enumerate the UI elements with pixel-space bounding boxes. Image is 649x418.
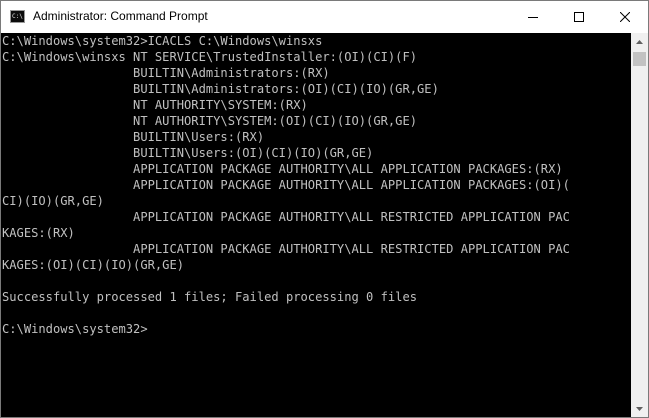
window-title: Administrator: Command Prompt (33, 9, 208, 23)
scroll-up-arrow-icon (636, 39, 643, 44)
console-line: KAGES:(OI)(CI)(IO)(GR,GE) (2, 258, 185, 272)
console-line: KAGES:(RX) (2, 226, 75, 240)
scroll-up-button[interactable] (631, 33, 648, 50)
console-output[interactable]: C:\Windows\system32>ICACLS C:\Windows\wi… (1, 33, 631, 417)
close-icon (620, 12, 630, 22)
console-prompt-line: C:\Windows\system32> (2, 322, 148, 336)
console-line: C:\Windows\winsxs NT SERVICE\TrustedInst… (2, 50, 418, 64)
minimize-button[interactable] (510, 1, 556, 33)
console-line: BUILTIN\Administrators:(OI)(CI)(IO)(GR,G… (2, 82, 439, 96)
console-line: APPLICATION PACKAGE AUTHORITY\ALL APPLIC… (2, 162, 563, 176)
scroll-down-button[interactable] (631, 400, 648, 417)
title-bar[interactable]: C:\ Administrator: Command Prompt (1, 1, 648, 33)
scroll-thumb[interactable] (633, 52, 646, 66)
console-text: C:\Windows\system32>ICACLS C:\Windows\wi… (1, 33, 631, 337)
console-line: APPLICATION PACKAGE AUTHORITY\ALL RESTRI… (2, 242, 570, 256)
console-icon[interactable]: C:\ (10, 10, 25, 23)
minimize-icon (528, 17, 538, 18)
scroll-down-arrow-icon (636, 406, 643, 411)
maximize-icon (574, 12, 584, 22)
console-line: NT AUTHORITY\SYSTEM:(OI)(CI)(IO)(GR,GE) (2, 114, 418, 128)
console-icon-glyph: C:\ (12, 13, 23, 20)
console-line: APPLICATION PACKAGE AUTHORITY\ALL RESTRI… (2, 210, 570, 224)
console-line: APPLICATION PACKAGE AUTHORITY\ALL APPLIC… (2, 178, 570, 192)
command-prompt-window: C:\ Administrator: Command Prompt C:\Win… (0, 0, 649, 418)
close-button[interactable] (602, 1, 648, 33)
console-line: C:\Windows\system32>ICACLS C:\Windows\wi… (2, 34, 323, 48)
console-line: BUILTIN\Administrators:(RX) (2, 66, 330, 80)
maximize-button[interactable] (556, 1, 602, 33)
vertical-scrollbar[interactable] (631, 33, 648, 417)
console-line: Successfully processed 1 files; Failed p… (2, 290, 418, 304)
console-line: BUILTIN\Users:(RX) (2, 130, 265, 144)
console-line: CI)(IO)(GR,GE) (2, 194, 104, 208)
console-line: NT AUTHORITY\SYSTEM:(RX) (2, 98, 308, 112)
console-line: BUILTIN\Users:(OI)(CI)(IO)(GR,GE) (2, 146, 374, 160)
